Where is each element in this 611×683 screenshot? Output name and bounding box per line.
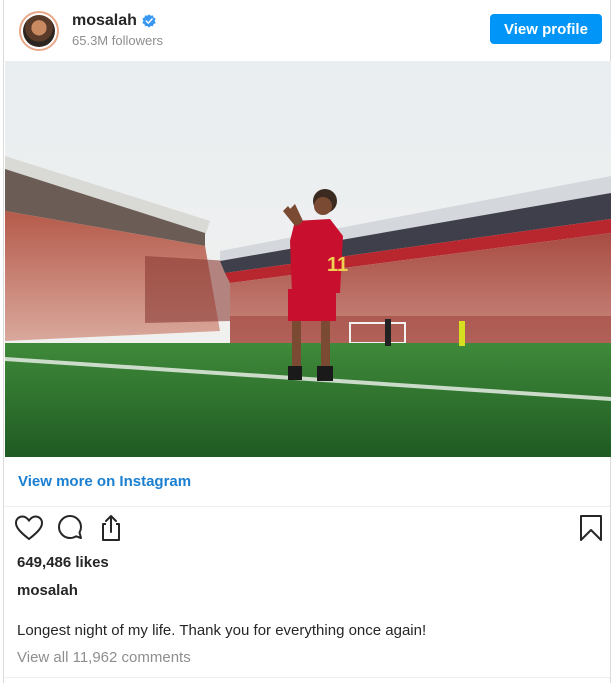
svg-text:11: 11 xyxy=(327,254,348,276)
avatar[interactable] xyxy=(19,11,59,51)
share-icon[interactable] xyxy=(96,513,126,543)
like-count[interactable]: 649,486 likes xyxy=(17,554,109,571)
view-more-section: View more on Instagram xyxy=(4,457,610,507)
username-link[interactable]: mosalah xyxy=(72,12,137,30)
divider xyxy=(4,677,610,678)
heart-icon[interactable] xyxy=(14,513,44,543)
post-image[interactable]: 11 xyxy=(5,61,611,457)
bookmark-icon[interactable] xyxy=(576,513,606,543)
view-more-link[interactable]: View more on Instagram xyxy=(18,473,191,490)
caption-text: Longest night of my life. Thank you for … xyxy=(17,622,427,639)
stadium-photo: 11 xyxy=(5,61,611,457)
verified-badge-icon xyxy=(142,14,156,28)
view-comments-link[interactable]: View all 11,962 comments xyxy=(17,649,191,666)
instagram-embed: mosalah 65.3M followers View profile 11 … xyxy=(3,0,611,683)
comment-icon[interactable] xyxy=(55,513,85,543)
caption-username[interactable]: mosalah xyxy=(17,582,78,599)
avatar-image xyxy=(23,15,55,47)
view-profile-button[interactable]: View profile xyxy=(490,14,602,44)
username-row: mosalah xyxy=(72,12,156,30)
action-bar xyxy=(4,510,610,550)
post-header: mosalah 65.3M followers View profile xyxy=(4,0,610,60)
follower-count: 65.3M followers xyxy=(72,33,164,48)
